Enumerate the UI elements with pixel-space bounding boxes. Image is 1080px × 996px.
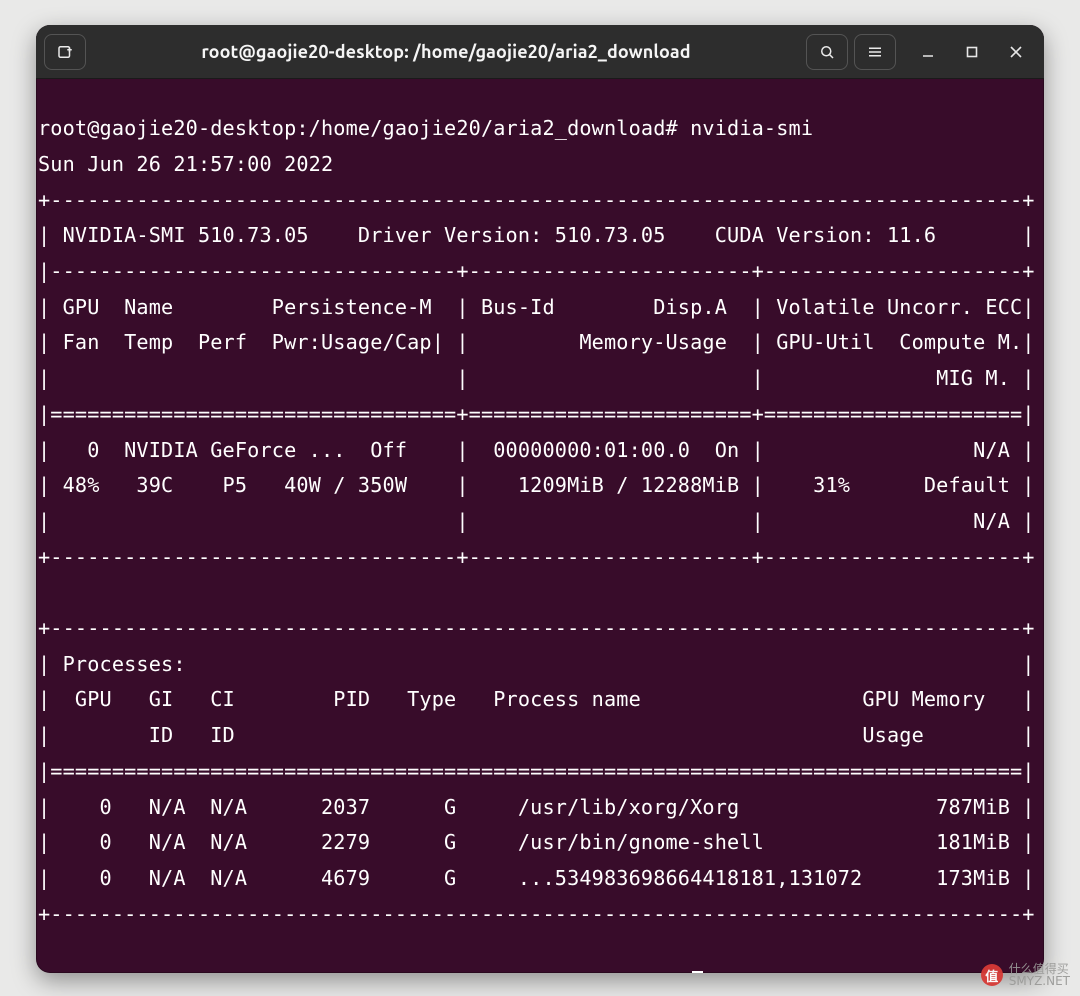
new-tab-button[interactable] — [44, 34, 86, 70]
close-button[interactable] — [996, 34, 1036, 70]
hamburger-icon — [866, 43, 884, 61]
cursor — [692, 971, 703, 973]
terminal-output[interactable]: root@gaojie20-desktop:/home/gaojie20/ari… — [36, 99, 1044, 953]
maximize-button[interactable] — [952, 34, 992, 70]
terminal-window: root@gaojie20-desktop: /home/gaojie20/ar… — [36, 25, 1044, 973]
minimize-icon — [921, 45, 935, 59]
window-title: root@gaojie20-desktop: /home/gaojie20/ar… — [92, 42, 800, 62]
close-icon — [1009, 45, 1023, 59]
window-controls — [908, 34, 1036, 70]
watermark-site: SMYZ.NET — [1009, 975, 1070, 988]
maximize-icon — [966, 46, 978, 58]
titlebar: root@gaojie20-desktop: /home/gaojie20/ar… — [36, 25, 1044, 79]
search-icon — [818, 43, 836, 61]
minimize-button[interactable] — [908, 34, 948, 70]
hamburger-menu-button[interactable] — [854, 34, 896, 70]
search-button[interactable] — [806, 34, 848, 70]
new-tab-icon — [56, 43, 74, 61]
